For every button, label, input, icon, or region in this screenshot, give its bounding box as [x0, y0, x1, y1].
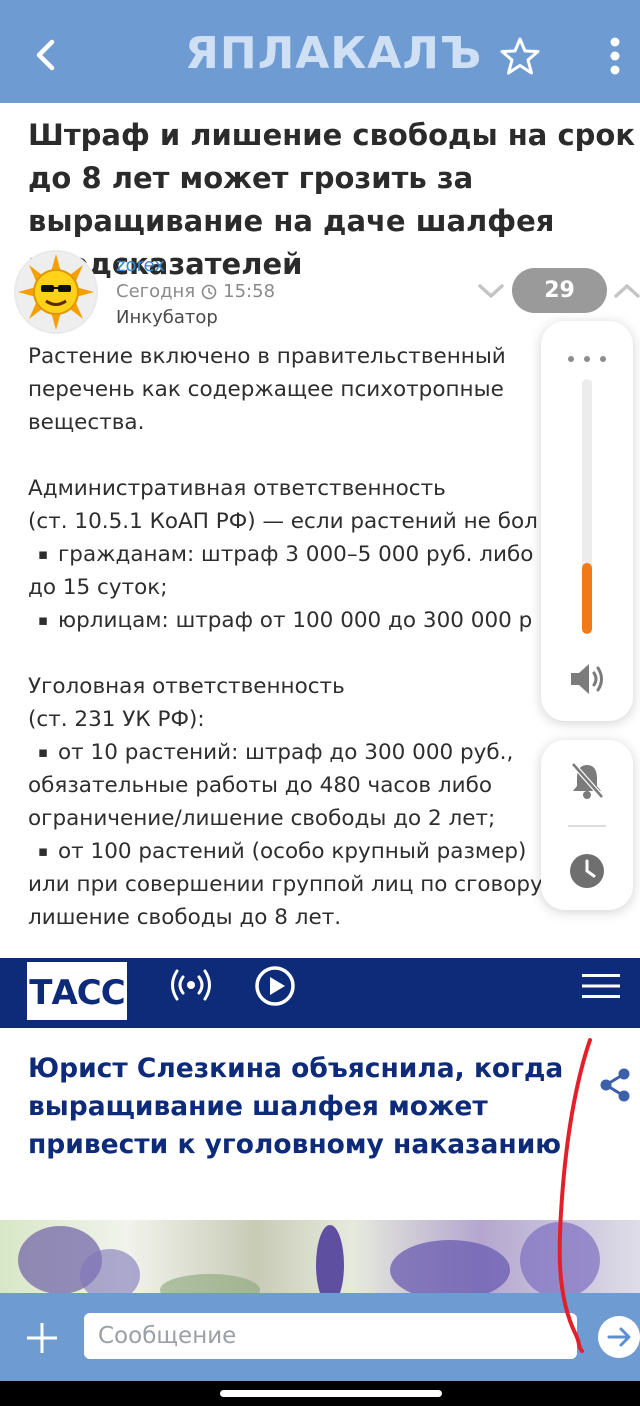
volume-level — [582, 562, 592, 634]
more-horiz-icon[interactable] — [567, 355, 607, 363]
clock-icon[interactable] — [569, 853, 605, 889]
app-bar: ЯПЛАКАЛЪ — [0, 0, 640, 103]
more-vert-icon[interactable] — [600, 33, 630, 79]
post-time: 15:58 — [223, 281, 276, 302]
sage-photo — [0, 1220, 640, 1300]
sun-avatar-icon — [16, 252, 96, 332]
flower-image — [18, 1222, 600, 1300]
tass-logo[interactable]: ТАСС — [27, 962, 127, 1020]
clock-icon — [201, 284, 217, 299]
embed-headline[interactable]: Юрист Слезкина объяснила, когда выращива… — [28, 1050, 568, 1164]
play-icon[interactable] — [254, 965, 296, 1007]
post-meta: Сегодня 15:58 — [116, 281, 275, 302]
divider — [568, 825, 606, 827]
post-date: Сегодня — [116, 281, 196, 302]
sound-controls-panel — [541, 740, 633, 910]
chevron-up-icon[interactable] — [612, 280, 640, 302]
chevron-down-icon[interactable] — [476, 280, 506, 302]
avatar[interactable] — [14, 250, 98, 334]
share-icon[interactable] — [598, 1066, 632, 1104]
app-logo[interactable]: ЯПЛАКАЛЪ — [185, 28, 481, 80]
star-icon[interactable] — [498, 34, 542, 78]
speaker-icon[interactable] — [567, 659, 607, 699]
bell-off-icon[interactable] — [569, 760, 605, 800]
rating-badge: 29 — [512, 268, 607, 313]
menu-icon[interactable] — [582, 972, 620, 1000]
send-icon[interactable] — [598, 1316, 640, 1358]
radio-icon[interactable] — [168, 965, 214, 1005]
message-input[interactable] — [84, 1313, 577, 1359]
volume-panel — [541, 321, 633, 721]
body-line: лишение свободы до 8 лет. — [28, 905, 342, 930]
plus-icon[interactable] — [24, 1320, 60, 1356]
home-gesture-bar[interactable] — [220, 1390, 442, 1397]
volume-slider[interactable] — [582, 379, 592, 634]
author-link[interactable]: zorex — [116, 255, 165, 276]
back-arrow-icon[interactable] — [22, 30, 72, 80]
post-section[interactable]: Инкубатор — [116, 307, 218, 328]
